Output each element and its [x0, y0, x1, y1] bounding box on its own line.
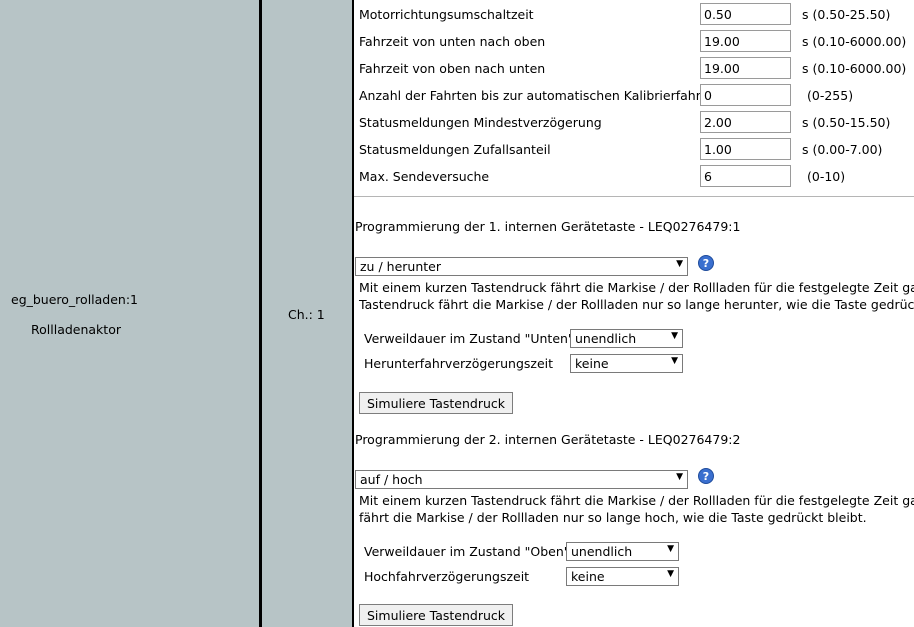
key1-header: Programmierung der 1. internen Gerätetas…: [355, 219, 741, 234]
param-label: Fahrzeit von unten nach oben: [359, 34, 546, 49]
chevron-down-icon: ▼: [676, 259, 683, 269]
param-input-status-min-delay[interactable]: [700, 111, 791, 133]
key2-dwell-select[interactable]: unendlich ▼: [566, 542, 679, 561]
key2-description: Mit einem kurzen Tastendruck fährt die M…: [359, 493, 914, 525]
key1-dwell-select[interactable]: unendlich ▼: [570, 329, 683, 348]
key1-delay-select[interactable]: keine ▼: [570, 354, 683, 373]
param-label: Fahrzeit von oben nach unten: [359, 61, 546, 76]
key1-mode-value: zu / herunter: [360, 259, 441, 274]
key2-delay-label: Hochfahrverzögerungszeit: [364, 569, 530, 584]
param-label: Anzahl der Fahrten bis zur automatischen…: [359, 88, 706, 103]
param-label: Motorrichtungsumschaltzeit: [359, 7, 534, 22]
question-mark-icon[interactable]: ?: [698, 255, 714, 271]
param-label: Statusmeldungen Mindestverzögerung: [359, 115, 602, 130]
param-range: s (0.50-25.50): [802, 7, 891, 22]
device-column: eg_buero_rolladen:1 Rollladenaktor: [0, 0, 259, 627]
param-row: Motorrichtungsumschaltzeit s (0.50-25.50…: [359, 3, 914, 25]
param-input-status-random[interactable]: [700, 138, 791, 160]
chevron-down-icon: ▼: [667, 544, 674, 554]
param-range: s (0.10-6000.00): [802, 61, 907, 76]
device-type: Rollladenaktor: [31, 322, 121, 337]
param-input-motor-switch-time[interactable]: [700, 3, 791, 25]
question-mark-icon[interactable]: ?: [698, 468, 714, 484]
key2-delay-select[interactable]: keine ▼: [566, 567, 679, 586]
param-row: Statusmeldungen Mindestverzögerung s (0.…: [359, 111, 914, 133]
param-range: s (0.50-15.50): [802, 115, 891, 130]
chevron-down-icon: ▼: [667, 569, 674, 579]
param-row: Max. Sendeversuche (0-10): [359, 165, 914, 187]
param-input-travel-up-time[interactable]: [700, 30, 791, 52]
key2-dwell-label: Verweildauer im Zustand "Oben": [364, 544, 570, 559]
param-label: Max. Sendeversuche: [359, 169, 490, 184]
param-row: Anzahl der Fahrten bis zur automatischen…: [359, 84, 914, 106]
channel-label: Ch.: 1: [288, 307, 325, 322]
chevron-down-icon: ▼: [671, 331, 678, 341]
param-row: Statusmeldungen Zufallsanteil s (0.00-7.…: [359, 138, 914, 160]
chevron-down-icon: ▼: [676, 472, 683, 482]
key1-mode-select[interactable]: zu / herunter ▼: [355, 257, 688, 276]
param-row: Fahrzeit von unten nach oben s (0.10-600…: [359, 30, 914, 52]
param-input-calibration-count[interactable]: [700, 84, 791, 106]
key1-dwell-label: Verweildauer im Zustand "Unten": [364, 331, 574, 346]
param-range: (0-255): [807, 88, 854, 103]
key1-simulate-button[interactable]: Simuliere Tastendruck: [359, 392, 514, 414]
device-name: eg_buero_rolladen:1: [11, 292, 139, 307]
key2-header: Programmierung der 2. internen Gerätetas…: [355, 432, 741, 447]
chevron-down-icon: ▼: [671, 356, 678, 366]
key2-mode-select[interactable]: auf / hoch ▼: [355, 470, 688, 489]
param-range: (0-10): [807, 169, 846, 184]
channel-column: Ch.: 1: [262, 0, 352, 627]
key1-delay-label: Herunterfahrverzögerungszeit: [364, 356, 554, 371]
key2-mode-value: auf / hoch: [360, 472, 423, 487]
param-row: Fahrzeit von oben nach unten s (0.10-600…: [359, 57, 914, 79]
param-input-travel-down-time[interactable]: [700, 57, 791, 79]
section-divider: [354, 196, 914, 197]
param-range: s (0.10-6000.00): [802, 34, 907, 49]
key2-simulate-button[interactable]: Simuliere Tastendruck: [359, 604, 514, 626]
param-input-max-send-attempts[interactable]: [700, 165, 791, 187]
param-range: s (0.00-7.00): [802, 142, 883, 157]
parameter-panel: Motorrichtungsumschaltzeit s (0.50-25.50…: [354, 0, 914, 627]
param-label: Statusmeldungen Zufallsanteil: [359, 142, 551, 157]
key1-description: Mit einem kurzen Tastendruck fährt die M…: [359, 280, 914, 312]
